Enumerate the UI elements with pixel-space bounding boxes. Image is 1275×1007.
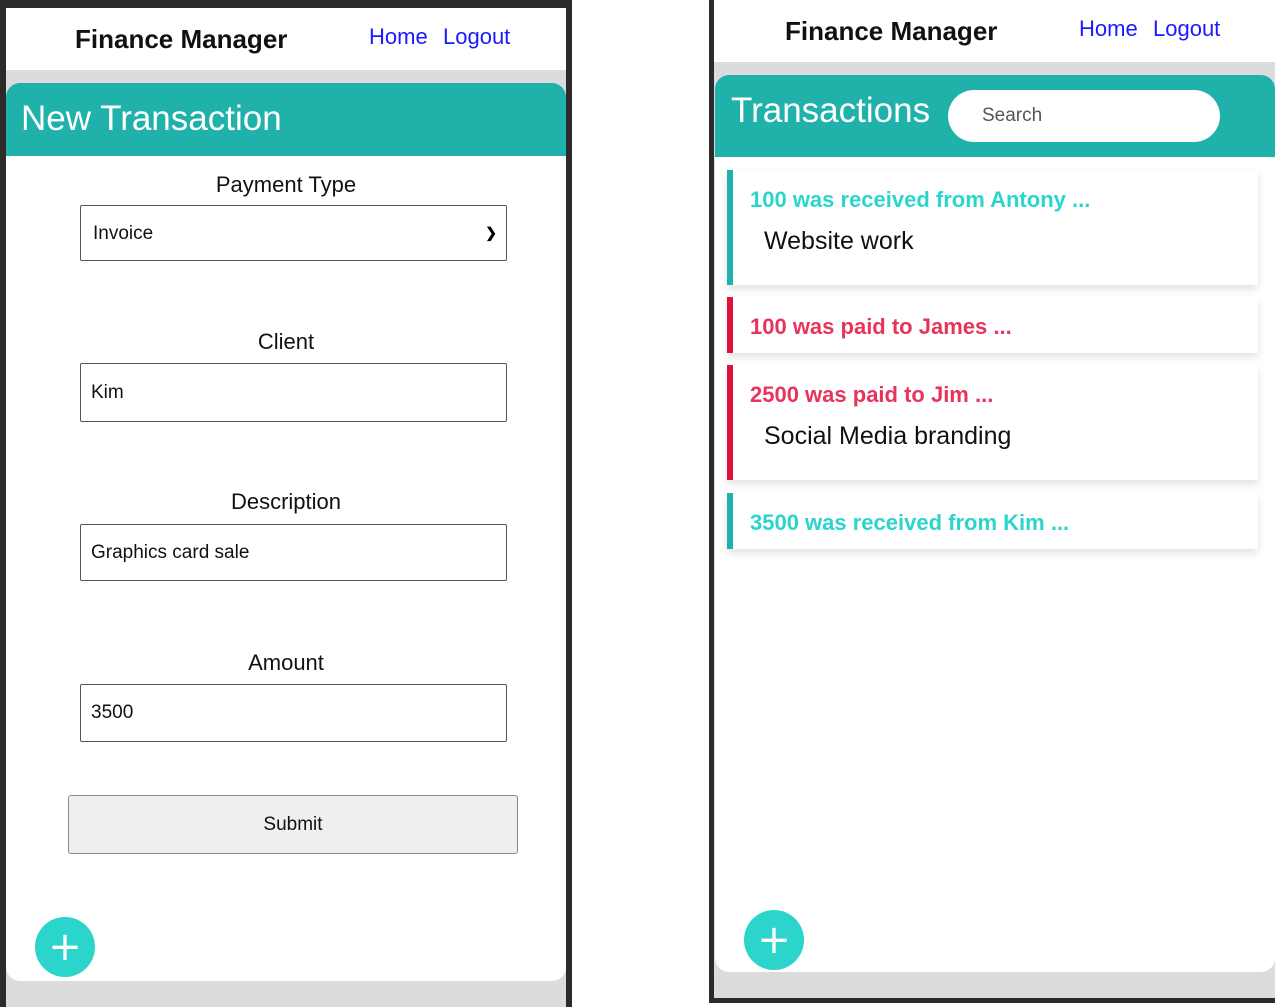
description-input[interactable] — [80, 524, 507, 581]
amount-input[interactable] — [80, 684, 507, 742]
nav-logout-link[interactable]: Logout — [443, 24, 510, 50]
transaction-item[interactable]: 3500 was received from Kim ... — [727, 493, 1258, 549]
payment-type-label: Payment Type — [215, 172, 357, 197]
add-transaction-button[interactable]: + — [744, 910, 804, 970]
screen-transactions: Finance Manager Home Logout Transactions… — [714, 0, 1275, 998]
navbar: Finance Manager Home Logout — [6, 8, 566, 70]
transactions-card: Transactions 100 was received from Anton… — [715, 75, 1275, 972]
brand-title: Finance Manager — [75, 24, 288, 54]
add-transaction-button[interactable]: + — [35, 917, 95, 977]
screen-new-transaction: Finance Manager Home Logout New Transact… — [6, 8, 566, 1007]
navbar: Finance Manager Home Logout — [714, 0, 1275, 62]
nav-home-link[interactable]: Home — [1079, 16, 1138, 42]
transaction-heading: 100 was paid to James ... — [750, 314, 1012, 339]
transaction-item[interactable]: 100 was paid to James ... — [727, 297, 1258, 353]
page-title: Transactions — [731, 91, 931, 130]
nav-logout-link[interactable]: Logout — [1153, 16, 1220, 42]
transaction-item[interactable]: 2500 was paid to Jim ... Social Media bra… — [727, 365, 1258, 480]
card-header: New Transaction — [6, 83, 566, 156]
transaction-description: Social Media branding — [764, 422, 1012, 450]
transaction-item[interactable]: 100 was received from Antony ... Website … — [727, 170, 1258, 285]
description-label: Description — [230, 489, 342, 514]
client-input[interactable] — [80, 363, 507, 422]
brand-title: Finance Manager — [785, 16, 998, 46]
nav-home-link[interactable]: Home — [369, 24, 428, 50]
search-input[interactable] — [948, 90, 1220, 142]
phone-frame-new-transaction: Finance Manager Home Logout New Transact… — [0, 0, 572, 1007]
page-title: New Transaction — [21, 99, 282, 138]
phone-frame-transactions: Finance Manager Home Logout Transactions… — [709, 0, 1275, 1003]
new-transaction-card: New Transaction Payment Type Invoice ❯ C… — [6, 83, 566, 981]
client-label: Client — [257, 329, 315, 354]
payment-type-select-wrapper: Invoice ❯ — [80, 205, 507, 261]
transaction-heading: 3500 was received from Kim ... — [750, 510, 1070, 535]
transaction-heading: 100 was received from Antony ... — [750, 187, 1091, 212]
card-header: Transactions — [715, 75, 1275, 157]
amount-label: Amount — [248, 650, 324, 675]
payment-type-select[interactable]: Invoice — [80, 205, 507, 261]
transaction-heading: 2500 was paid to Jim ... — [750, 382, 994, 407]
submit-button[interactable]: Submit — [68, 795, 518, 854]
transaction-description: Website work — [764, 227, 914, 255]
